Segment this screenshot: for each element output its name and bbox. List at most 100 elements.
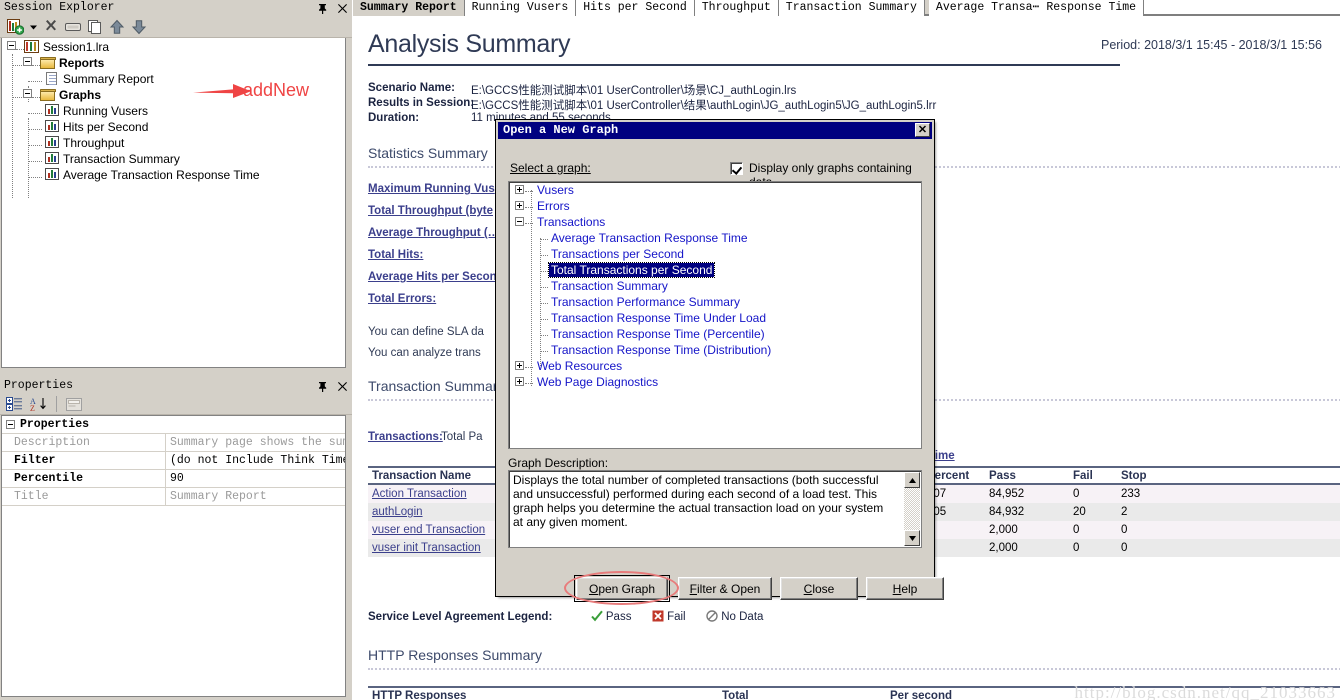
session-file-icon	[24, 40, 39, 53]
left-dock-pane: Session Explorer Session1.lra Reports Su…	[0, 0, 352, 700]
tree-node-total-transactions-per-second[interactable]: Total Transactions per Second	[509, 262, 921, 278]
close-dialog-button[interactable]: Close	[780, 577, 858, 600]
pin-icon[interactable]	[317, 3, 328, 14]
close-icon[interactable]	[337, 3, 348, 14]
dialog-titlebar[interactable]: Open a New Graph ✕	[498, 122, 932, 139]
description-scrollbar[interactable]	[904, 472, 920, 546]
expander-icon[interactable]	[23, 57, 32, 66]
tree-label: Session1.lra	[43, 39, 110, 54]
scrollbar-track[interactable]	[904, 488, 920, 530]
link-total-hits[interactable]: Total Hits:	[368, 249, 423, 261]
cell-fail: 0	[1073, 488, 1080, 500]
sla-legend-fail: Fail	[652, 610, 689, 623]
close-icon[interactable]: ✕	[915, 123, 930, 137]
move-down-icon[interactable]	[128, 17, 150, 37]
expander-icon[interactable]	[515, 185, 524, 194]
expander-icon[interactable]	[515, 201, 524, 210]
graph-description-label: Graph Description:	[508, 456, 609, 470]
sla-legend-fail-label: Fail	[667, 611, 686, 623]
property-row-filter[interactable]: Filter (do not Include Think Time)	[2, 452, 345, 470]
expander-icon[interactable]	[515, 377, 524, 386]
property-row-title[interactable]: Title Summary Report	[2, 488, 345, 506]
tree-node-average-transaction-response-time[interactable]: Average Transaction Response Time	[509, 230, 921, 246]
expander-icon[interactable]	[515, 217, 524, 226]
tree-node-transaction-performance-summary[interactable]: Transaction Performance Summary	[509, 294, 921, 310]
property-name: Title	[2, 488, 166, 505]
property-value: 90	[170, 472, 184, 485]
open-new-graph-dialog[interactable]: Open a New Graph ✕ Select a graph: Displ…	[495, 119, 944, 605]
page-title: Analysis Summary	[368, 30, 571, 58]
tab-running-vusers[interactable]: Running Vusers	[464, 0, 577, 16]
display-only-with-data-checkbox[interactable]	[730, 162, 743, 175]
expander-icon[interactable]	[515, 361, 524, 370]
tree-item-throughput[interactable]: Throughput	[2, 134, 345, 150]
link-transactions[interactable]: Transactions:	[368, 431, 443, 443]
folder-icon	[40, 89, 56, 101]
tab-average-transaction-response-time[interactable]: Average Transa⋯ Response Time	[928, 0, 1145, 16]
graph-icon	[45, 152, 59, 164]
new-graph-icon[interactable]	[4, 17, 26, 37]
tree-item-running-vusers[interactable]: Running Vusers	[2, 102, 345, 118]
link-average-throughput[interactable]: Average Throughput (…	[368, 227, 499, 239]
pin-icon[interactable]	[317, 381, 328, 392]
tree-node-web-resources[interactable]: Web Resources	[509, 358, 921, 374]
scroll-up-icon[interactable]	[904, 472, 920, 488]
link-total-throughput[interactable]: Total Throughput (byte	[368, 205, 493, 217]
move-up-icon[interactable]	[106, 17, 128, 37]
tree-node-vusers[interactable]: Vusers	[509, 182, 921, 198]
tab-hits-per-second[interactable]: Hits per Second	[576, 0, 695, 16]
document-tabstrip[interactable]: Summary Report Running Vusers Hits per S…	[353, 0, 1340, 16]
property-row-description[interactable]: Description Summary page shows the summa…	[2, 434, 345, 452]
meta-value-results-in-session: E:\GCCS性能测试脚本\01 UserController\结果\authL…	[471, 100, 937, 112]
properties-caption: Properties	[0, 378, 352, 394]
tab-throughput[interactable]: Throughput	[694, 0, 779, 16]
properties-grid[interactable]: Properties Description Summary page show…	[1, 415, 346, 697]
tree-label: Graphs	[59, 87, 102, 102]
property-row-percentile[interactable]: Percentile 90	[2, 470, 345, 488]
delete-icon[interactable]	[40, 17, 62, 37]
tab-summary-report[interactable]: Summary Report	[353, 0, 465, 16]
expander-icon[interactable]	[7, 41, 16, 50]
tree-node-transactions-per-second[interactable]: Transactions per Second	[509, 246, 921, 262]
cell-pass: 2,000	[989, 542, 1018, 554]
tree-node-web-page-diagnostics[interactable]: Web Page Diagnostics	[509, 374, 921, 390]
help-button[interactable]: Help	[866, 577, 944, 600]
column-total: Total	[722, 689, 749, 700]
close-icon[interactable]	[337, 381, 348, 392]
tree-node-transaction-response-time-distribution[interactable]: Transaction Response Time (Distribution)	[509, 342, 921, 358]
alphabetical-sort-icon[interactable]: A Z	[28, 394, 50, 414]
properties-group-header[interactable]: Properties	[2, 416, 345, 434]
graph-type-tree[interactable]: Vusers Errors Transactions Average Trans…	[508, 181, 922, 449]
open-graph-button[interactable]: Open Graph	[574, 575, 670, 602]
sla-legend-nodata: No Data	[706, 610, 763, 623]
rename-icon[interactable]	[62, 17, 84, 37]
expander-icon[interactable]	[6, 420, 15, 429]
filter-and-open-button[interactable]: Filter & Open	[678, 577, 772, 600]
tab-transaction-summary[interactable]: Transaction Summary	[778, 0, 925, 16]
tree-node-transactions[interactable]: Transactions	[509, 214, 921, 230]
tree-item-hits-per-second[interactable]: Hits per Second	[2, 118, 345, 134]
tree-node-transaction-response-time-percentile[interactable]: Transaction Response Time (Percentile)	[509, 326, 921, 342]
tree-node-transaction-response-time-under-load[interactable]: Transaction Response Time Under Load	[509, 310, 921, 326]
property-pages-icon[interactable]	[63, 394, 85, 414]
link-maximum-running-vusers[interactable]: Maximum Running Vus	[368, 183, 495, 195]
tree-node-errors[interactable]: Errors	[509, 198, 921, 214]
tree-item-reports[interactable]: Reports	[2, 54, 345, 70]
tree-node-label: Transactions per Second	[551, 247, 684, 261]
expander-icon[interactable]	[23, 89, 32, 98]
tree-node-transaction-summary[interactable]: Transaction Summary	[509, 278, 921, 294]
tree-item-transaction-summary[interactable]: Transaction Summary	[2, 150, 345, 166]
tree-item-session-root[interactable]: Session1.lra	[2, 38, 345, 54]
scroll-down-icon[interactable]	[904, 530, 920, 546]
watermark: http://blog.csdn.net/qq_21033663	[1074, 683, 1336, 700]
properties-group-label: Properties	[20, 418, 90, 431]
link-total-errors[interactable]: Total Errors:	[368, 293, 436, 305]
categorized-view-icon[interactable]	[3, 394, 25, 414]
dropdown-arrow-icon[interactable]	[26, 17, 40, 37]
duplicate-icon[interactable]	[84, 17, 106, 37]
tree-item-average-transaction-response-time[interactable]: Average Transaction Response Time	[2, 166, 345, 182]
column-pass: Pass	[989, 469, 1016, 482]
sla-legend-pass-label: Pass	[605, 611, 632, 623]
link-average-hits-per-second[interactable]: Average Hits per Secon	[368, 271, 497, 283]
select-graph-label: Select a graph:	[510, 161, 591, 175]
